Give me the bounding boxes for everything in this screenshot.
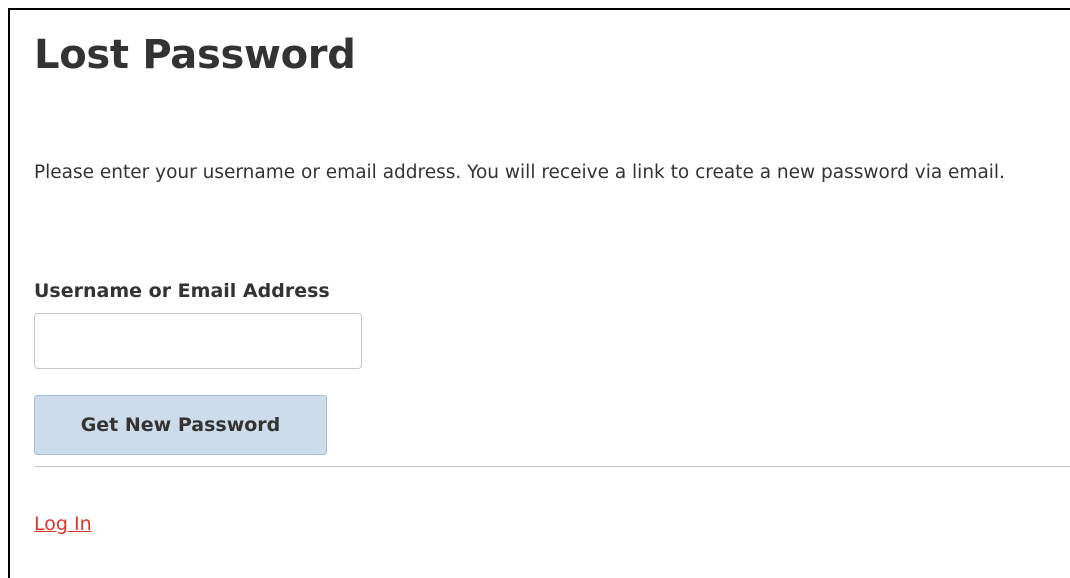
log-in-link[interactable]: Log In bbox=[34, 513, 92, 535]
username-email-input[interactable] bbox=[34, 313, 362, 369]
get-new-password-button[interactable]: Get New Password bbox=[34, 395, 327, 455]
page-title: Lost Password bbox=[34, 32, 356, 78]
intro-text: Please enter your username or email addr… bbox=[34, 162, 1005, 183]
divider bbox=[34, 466, 1070, 467]
page-frame: Lost Password Please enter your username… bbox=[8, 8, 1070, 578]
username-email-label: Username or Email Address bbox=[34, 280, 330, 302]
